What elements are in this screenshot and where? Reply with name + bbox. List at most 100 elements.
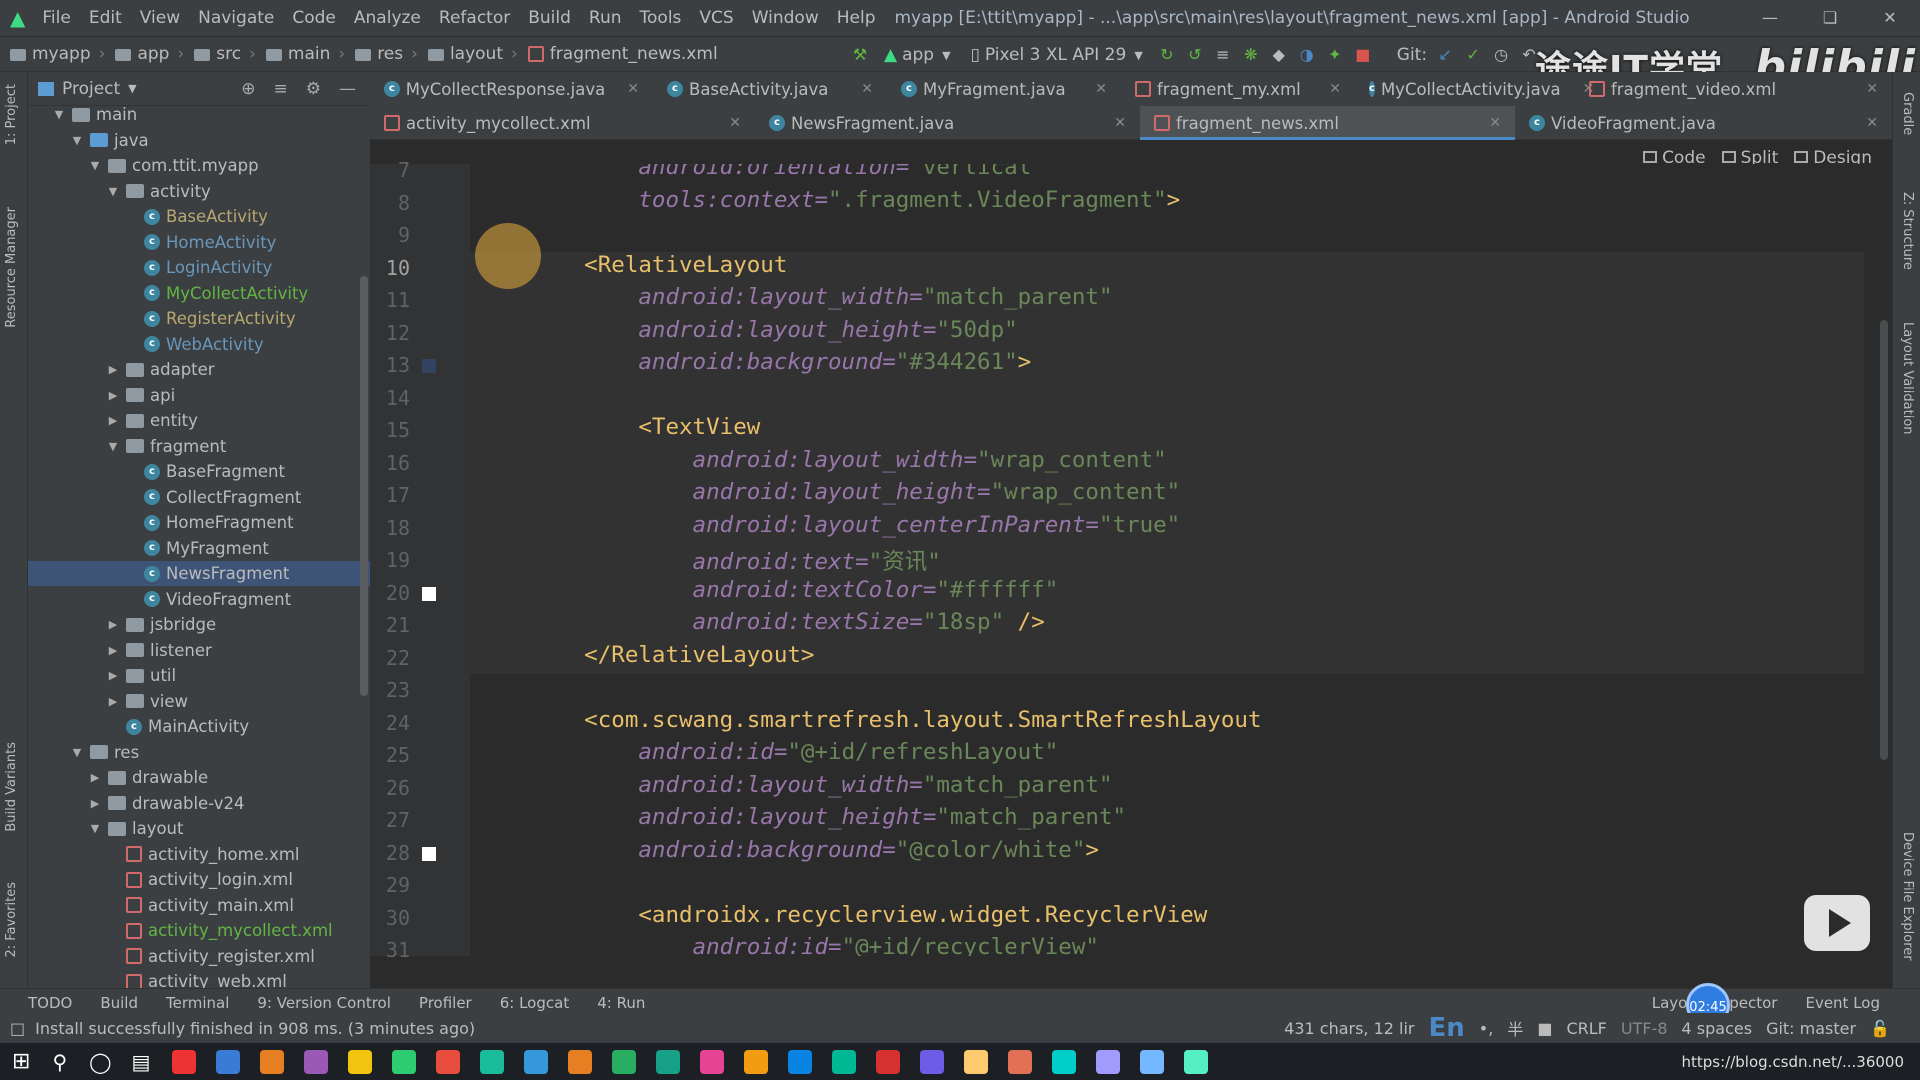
device-file-explorer-tab[interactable]: Device File Explorer (1900, 832, 1915, 961)
attach-debugger-icon[interactable]: ✦ (1325, 45, 1345, 65)
collapse-all-icon[interactable]: ≡ (274, 79, 288, 99)
tree-item[interactable]: c HomeActivity (28, 230, 370, 255)
tree-item[interactable]: c BaseActivity (28, 204, 370, 229)
editor-tab[interactable]: activity_mycollect.xml ✕ (370, 106, 755, 140)
tree-item[interactable]: c RegisterActivity (28, 306, 370, 331)
tree-item[interactable]: activity_register.xml (28, 944, 370, 969)
taskbar-app-icon[interactable] (920, 1049, 945, 1074)
gradle-tab[interactable]: Gradle (1900, 92, 1915, 135)
editor-tab[interactable]: c MyCollectActivity.java ✕ (1355, 72, 1594, 106)
menu-item-code[interactable]: Code (292, 8, 336, 28)
git-branch[interactable]: Git: master (1766, 1019, 1856, 1038)
layout-validation-tab[interactable]: Layout Validation (1900, 322, 1915, 435)
taskbar-app-icon[interactable] (700, 1049, 725, 1074)
breadcrumb-item[interactable]: res › (355, 44, 418, 64)
file-encoding[interactable]: UTF-8 (1621, 1019, 1668, 1038)
tree-item[interactable]: c NewsFragment (28, 561, 370, 586)
menu-item-analyze[interactable]: Analyze (354, 8, 421, 28)
editor-tab[interactable]: c MyFragment.java ✕ (887, 72, 1121, 106)
minimize-button[interactable]: — (1740, 0, 1800, 36)
breadcrumb-item[interactable]: main › (265, 44, 345, 64)
color-swatch-icon[interactable] (422, 359, 436, 373)
chevron-down-icon[interactable]: ▼ (88, 822, 102, 835)
menu-item-refactor[interactable]: Refactor (439, 8, 510, 28)
close-icon[interactable]: ✕ (1467, 115, 1501, 131)
tool-window-tab[interactable]: 6: Logcat (500, 994, 569, 1012)
tree-item[interactable]: ▶ view (28, 689, 370, 714)
tree-item[interactable]: c CollectFragment (28, 485, 370, 510)
chevron-down-icon[interactable]: ▼ (70, 746, 84, 759)
project-panel-title[interactable]: Project (62, 79, 120, 99)
tree-item[interactable]: ▼ layout (28, 816, 370, 841)
editor-tab[interactable]: c MyCollectResponse.java ✕ (370, 72, 653, 106)
chevron-right-icon[interactable]: ▶ (106, 363, 120, 376)
close-icon[interactable]: ✕ (1092, 115, 1126, 131)
editor-tab[interactable]: c BaseActivity.java ✕ (653, 72, 887, 106)
breadcrumb-item[interactable]: app › (115, 44, 184, 64)
chevron-right-icon[interactable]: ▶ (106, 669, 120, 682)
tree-item[interactable]: c LoginActivity (28, 255, 370, 280)
menu-item-run[interactable]: Run (589, 8, 622, 28)
breadcrumb-item[interactable]: layout › (427, 44, 518, 64)
chevron-down-icon[interactable]: ▼ (52, 108, 66, 121)
favorites-tab[interactable]: 2: Favorites (4, 882, 19, 958)
close-icon[interactable]: ✕ (1844, 81, 1878, 97)
taskbar-app-icon[interactable] (348, 1049, 373, 1074)
taskbar-app-icon[interactable] (612, 1049, 637, 1074)
breadcrumb-item[interactable]: myapp › (10, 44, 105, 64)
tool-window-tab[interactable]: Build (100, 994, 138, 1012)
locate-icon[interactable]: ⊕ (241, 79, 255, 99)
menu-item-vcs[interactable]: VCS (699, 8, 733, 28)
menu-item-file[interactable]: File (42, 8, 70, 28)
tree-item[interactable]: ▼ fragment (28, 434, 370, 459)
tree-item[interactable]: ▼ com.ttit.myapp (28, 153, 370, 178)
taskbar-app-icon[interactable] (832, 1049, 857, 1074)
search-icon[interactable]: ⚲ (52, 1050, 67, 1074)
rerun-icon[interactable]: ↻ (1157, 45, 1177, 65)
char-count[interactable]: 431 chars, 12 lir (1284, 1019, 1414, 1038)
tree-item[interactable]: activity_login.xml (28, 867, 370, 892)
play-overlay-icon[interactable] (1804, 895, 1870, 951)
tool-window-tab[interactable]: 9: Version Control (257, 994, 391, 1012)
tree-item[interactable]: c BaseFragment (28, 459, 370, 484)
gear-icon[interactable]: ⚙ (306, 79, 321, 99)
close-icon[interactable]: ✕ (605, 81, 639, 97)
taskbar-app-icon[interactable] (480, 1049, 505, 1074)
indent-setting[interactable]: 4 spaces (1682, 1019, 1753, 1038)
close-window-button[interactable]: ✕ (1860, 0, 1920, 36)
chevron-right-icon[interactable]: ▶ (106, 695, 120, 708)
editor-tab[interactable]: fragment_my.xml ✕ (1121, 72, 1355, 106)
tree-item[interactable]: activity_home.xml (28, 842, 370, 867)
chevron-right-icon[interactable]: ▶ (106, 618, 120, 631)
editor-tab[interactable]: c VideoFragment.java ✕ (1515, 106, 1892, 140)
tree-item[interactable]: c MyCollectActivity (28, 281, 370, 306)
close-icon[interactable]: ✕ (1844, 115, 1878, 131)
hide-icon[interactable]: — (339, 79, 356, 99)
git-commit-icon[interactable]: ✓ (1463, 45, 1483, 65)
git-history-icon[interactable]: ◷ (1491, 45, 1511, 65)
taskbar-app-icon[interactable] (788, 1049, 813, 1074)
menu-item-navigate[interactable]: Navigate (198, 8, 274, 28)
task-view-icon[interactable]: ▤ (131, 1050, 150, 1074)
taskbar-app-icon[interactable] (1096, 1049, 1121, 1074)
close-icon[interactable]: ✕ (1073, 81, 1107, 97)
git-update-icon[interactable]: ↙ (1435, 45, 1455, 65)
line-separator[interactable]: CRLF (1566, 1019, 1606, 1038)
tool-window-tab[interactable]: Terminal (166, 994, 229, 1012)
chevron-right-icon[interactable]: ▶ (106, 389, 120, 402)
breadcrumb-item[interactable]: fragment_news.xml (527, 44, 718, 64)
tree-item[interactable]: c WebActivity (28, 332, 370, 357)
tree-item[interactable]: ▶ entity (28, 408, 370, 433)
chevron-right-icon[interactable]: ▶ (88, 771, 102, 784)
taskbar-app-icon[interactable] (172, 1049, 197, 1074)
structure-tab[interactable]: Z: Structure (1900, 192, 1915, 270)
menu-item-edit[interactable]: Edit (89, 8, 122, 28)
editor-tab[interactable]: fragment_news.xml ✕ (1140, 106, 1515, 140)
color-swatch-icon[interactable] (422, 846, 436, 861)
editor-tab[interactable]: fragment_video.xml ✕ (1575, 72, 1892, 106)
tree-item[interactable]: ▶ util (28, 663, 370, 688)
taskbar-app-icon[interactable] (1140, 1049, 1165, 1074)
menu-item-window[interactable]: Window (752, 8, 819, 28)
cortana-icon[interactable]: ◯ (89, 1050, 111, 1074)
project-tool-tab[interactable]: 1: Project (4, 84, 19, 145)
